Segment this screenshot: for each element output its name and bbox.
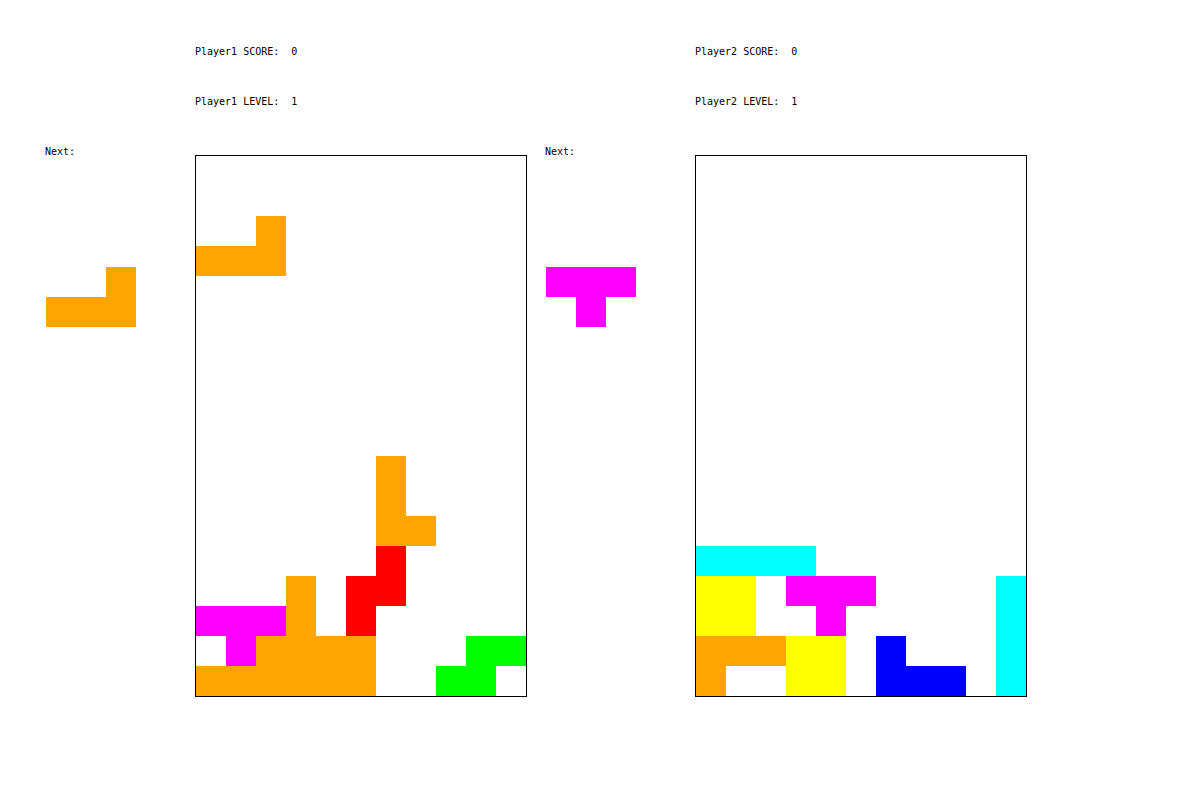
block: [286, 636, 316, 666]
block: [756, 636, 786, 666]
score-line: Player1 SCORE: 0: [195, 46, 527, 58]
block: [906, 666, 936, 696]
level-value: 1: [291, 96, 297, 107]
game-screen: Next:Player1 SCORE:0Player1 LEVEL:1Next:…: [0, 0, 1193, 805]
score-line: Player2 SCORE: 0: [695, 46, 1027, 58]
block: [786, 546, 816, 576]
piece-cell: [606, 267, 636, 297]
level-label: Player2 LEVEL:: [695, 96, 779, 107]
block: [696, 546, 726, 576]
score-value: 0: [791, 46, 797, 57]
piece-cell: [576, 297, 606, 327]
block: [726, 576, 756, 606]
player-panel: Next: Player2 SCORE: 0 Player2 LEVEL: 1: [545, 0, 1027, 805]
block: [786, 666, 816, 696]
block: [256, 216, 286, 246]
block: [996, 666, 1026, 696]
piece-cell: [106, 297, 136, 327]
block: [816, 636, 846, 666]
block: [786, 576, 816, 606]
block: [696, 636, 726, 666]
block: [696, 666, 726, 696]
block: [316, 636, 346, 666]
block: [376, 576, 406, 606]
block: [226, 606, 256, 636]
block: [376, 516, 406, 546]
piece-cell: [46, 297, 76, 327]
next-label: Next:: [45, 146, 75, 158]
block: [226, 246, 256, 276]
score-label: Player1 SCORE:: [195, 46, 279, 57]
block: [816, 576, 846, 606]
block: [466, 666, 496, 696]
block: [376, 486, 406, 516]
block: [346, 666, 376, 696]
block: [996, 606, 1026, 636]
next-area: Next:: [545, 0, 695, 805]
block: [376, 546, 406, 576]
piece-cell: [76, 297, 106, 327]
block: [256, 606, 286, 636]
block: [196, 606, 226, 636]
level-line: Player2 LEVEL: 1: [695, 96, 1027, 108]
level-label: Player1 LEVEL:: [195, 96, 279, 107]
block: [786, 636, 816, 666]
block: [256, 636, 286, 666]
level-value: 1: [791, 96, 797, 107]
block: [226, 636, 256, 666]
block: [346, 636, 376, 666]
block: [406, 516, 436, 546]
block: [346, 576, 376, 606]
block: [876, 666, 906, 696]
next-area: Next:: [45, 0, 195, 805]
block: [496, 636, 526, 666]
score-value: 0: [291, 46, 297, 57]
piece-cell: [576, 267, 606, 297]
game-board: [695, 155, 1027, 697]
next-label: Next:: [545, 146, 575, 158]
block: [756, 546, 786, 576]
block: [436, 666, 466, 696]
next-piece: [46, 267, 136, 327]
block: [816, 606, 846, 636]
next-piece: [546, 267, 636, 327]
block: [696, 606, 726, 636]
block: [726, 546, 756, 576]
block: [726, 636, 756, 666]
block: [286, 666, 316, 696]
block: [286, 606, 316, 636]
block: [726, 606, 756, 636]
level-line: Player1 LEVEL: 1: [195, 96, 527, 108]
block: [376, 456, 406, 486]
piece-cell: [546, 267, 576, 297]
block: [286, 576, 316, 606]
block: [196, 246, 226, 276]
block: [256, 246, 286, 276]
block: [996, 576, 1026, 606]
block: [346, 606, 376, 636]
board-area: Player1 SCORE: 0 Player1 LEVEL: 1: [195, 0, 527, 805]
score-label: Player2 SCORE:: [695, 46, 779, 57]
game-board: [195, 155, 527, 697]
block: [696, 576, 726, 606]
block: [996, 636, 1026, 666]
block: [256, 666, 286, 696]
block: [936, 666, 966, 696]
block: [196, 666, 226, 696]
block: [316, 666, 346, 696]
block: [846, 576, 876, 606]
block: [876, 636, 906, 666]
block: [466, 636, 496, 666]
board-area: Player2 SCORE: 0 Player2 LEVEL: 1: [695, 0, 1027, 805]
block: [816, 666, 846, 696]
piece-cell: [106, 267, 136, 297]
player-panel: Next: Player1 SCORE: 0 Player1 LEVEL: 1: [45, 0, 527, 805]
block: [226, 666, 256, 696]
